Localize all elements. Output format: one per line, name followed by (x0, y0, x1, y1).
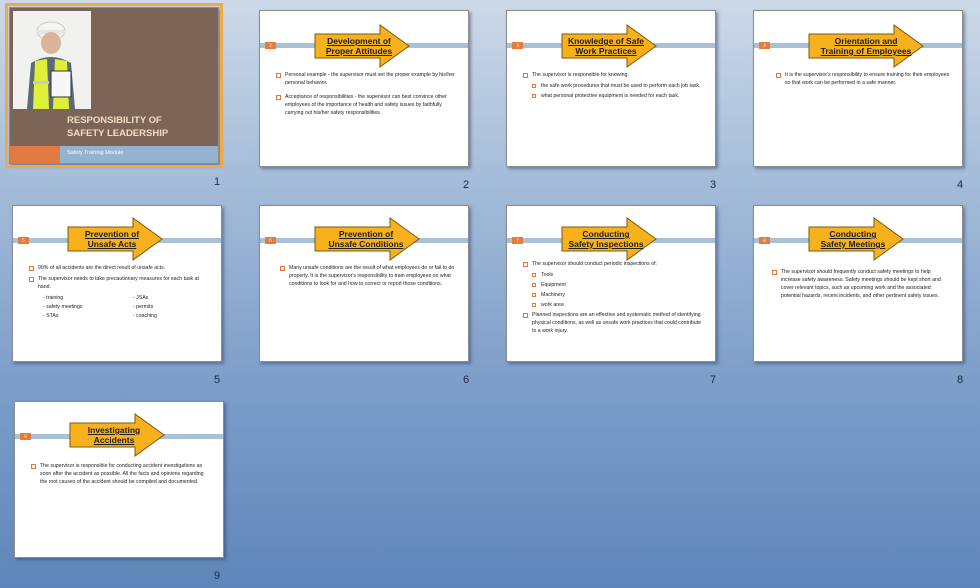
list-item: - safety meetings (43, 304, 83, 310)
bullet: Planned inspections are an effective and… (523, 311, 703, 335)
slide-frame[interactable]: 5 Prevention of Unsafe Acts 90% of all a… (12, 205, 222, 362)
slide-body: The supervisor is responsible for knowin… (523, 71, 703, 102)
slide-title: Conducting Safety Inspections (568, 229, 644, 249)
slide-frame[interactable]: 8 Conducting Safety Meetings The supervi… (753, 205, 963, 362)
bullet: The supervisor is responsible for conduc… (31, 462, 211, 486)
slide-title: Orientation and Training of Employees (820, 36, 912, 56)
slide-title: Development of Proper Attitudes (325, 36, 393, 56)
bullet: Personal example - the supervisor must s… (276, 71, 456, 87)
list-item: - training (43, 295, 64, 301)
sub-bullet: Machinery (523, 291, 703, 299)
slide-frame[interactable]: 6 Prevention of Unsafe Conditions Many u… (259, 205, 469, 362)
bullet: Many unsafe conditions are the result of… (280, 264, 456, 288)
slide-title: RESPONSIBILITY OF SAFETY LEADERSHIP (67, 115, 169, 139)
bullet: The supervisor is responsible for knowin… (523, 71, 703, 79)
list-columns: - training - safety meetings - STAs - JS… (29, 294, 209, 321)
sub-bullet: what personal protective equipment is ne… (523, 92, 703, 100)
slide-title: Knowledge of Safe Work Practices (567, 36, 645, 56)
slide-body: Many unsafe conditions are the result of… (280, 264, 456, 291)
slide-body: Personal example - the supervisor must s… (276, 71, 456, 120)
slide-title: Conducting Safety Meetings (820, 229, 886, 249)
worker-photo (13, 11, 91, 109)
sub-bullet: the safe work procedures that must be us… (523, 82, 703, 90)
slide-body: The supervisor is responsible for conduc… (31, 462, 211, 489)
slide-badge: 2 (265, 42, 276, 49)
accent-bar-orange (10, 146, 60, 163)
slide-title: Investigating Accidents (87, 425, 141, 445)
list-item: - coaching (133, 313, 157, 319)
slide-subtitle: Safety Training Module (67, 150, 124, 156)
slide-badge: 5 (18, 237, 29, 244)
slide-body: The supervisor should frequently conduct… (772, 268, 950, 303)
slide-badge: 6 (265, 237, 276, 244)
slide-frame[interactable]: 4 Orientation and Training of Employees … (753, 10, 963, 167)
bullet: The supervisor should conduct periodic i… (523, 260, 703, 268)
bullet: 90% of all accidents are the direct resu… (29, 264, 209, 272)
list-column-right: - JSAs - permits - coaching (119, 294, 209, 321)
slide-title: Prevention of Unsafe Acts (84, 229, 140, 249)
slide-body: The supervisor should conduct periodic i… (523, 260, 703, 338)
sub-bullet: Equipment (523, 281, 703, 289)
slide-frame[interactable]: RESPONSIBILITY OF SAFETY LEADERSHIP Safe… (5, 3, 223, 168)
slide-badge: 7 (512, 237, 523, 244)
slide-badge: 4 (759, 42, 770, 49)
sub-bullet: Tools (523, 271, 703, 279)
slide-frame[interactable]: 2 Development of Proper Attitudes Person… (259, 10, 469, 167)
slide-frame[interactable]: 3 Knowledge of Safe Work Practices The s… (506, 10, 716, 167)
list-item: - STAs (43, 313, 59, 319)
slide-frame[interactable]: 9 Investigating Accidents The supervisor… (14, 401, 224, 558)
slide-badge: 8 (759, 237, 770, 244)
slide-title: Prevention of Unsafe Conditions (328, 229, 404, 249)
bullet: It is the supervisor's responsibility to… (776, 71, 950, 87)
slide-body: It is the supervisor's responsibility to… (776, 71, 950, 90)
slide-body: 90% of all accidents are the direct resu… (29, 264, 209, 321)
slide-badge: 3 (512, 42, 523, 49)
list-item: - JSAs (133, 295, 149, 301)
slide-badge: 9 (20, 433, 31, 440)
list-item: - permits (133, 304, 154, 310)
bullet: The supervisor needs to take precautiona… (29, 275, 209, 291)
sub-bullet: work area (523, 301, 703, 309)
bullet: The supervisor should frequently conduct… (772, 268, 950, 300)
list-column-left: - training - safety meetings - STAs (29, 294, 119, 321)
slide-frame[interactable]: 7 Conducting Safety Inspections The supe… (506, 205, 716, 362)
bullet: Acceptance of responsibilities - the sup… (276, 93, 456, 117)
